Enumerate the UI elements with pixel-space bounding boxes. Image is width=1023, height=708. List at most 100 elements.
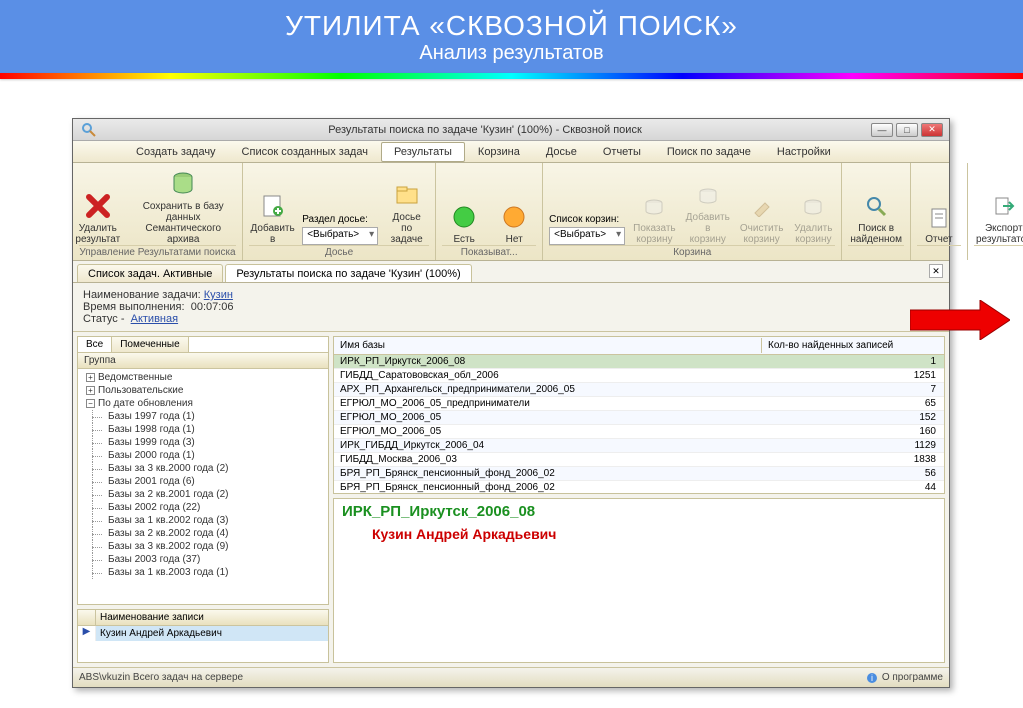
tree-leaf[interactable]: Базы 2000 года (1) xyxy=(80,449,326,462)
add-basket-button[interactable]: Добавить в корзину xyxy=(684,178,732,245)
menu-item[interactable]: Досье xyxy=(533,142,590,162)
basket-list-label: Список корзин: xyxy=(549,214,619,225)
export-results-button[interactable]: Экспорт результатов xyxy=(974,189,1023,245)
tree-leaf[interactable]: Базы 2002 года (22) xyxy=(80,501,326,514)
tree-leaf[interactable]: Базы за 1 кв.2003 года (1) xyxy=(80,566,326,579)
delete-basket-button[interactable]: Удалить корзину xyxy=(791,189,835,245)
slide-subtitle: Анализ результатов xyxy=(0,42,1023,65)
tree-leaf[interactable]: Базы за 2 кв.2001 года (2) xyxy=(80,488,326,501)
add-to-button[interactable]: Добавить в xyxy=(249,189,296,245)
menu-item[interactable]: Отчеты xyxy=(590,142,654,162)
tree-leaf[interactable]: Базы 2003 года (37) xyxy=(80,553,326,566)
delete-icon xyxy=(85,191,111,221)
db-row[interactable]: ГИБДД_Саратововская_обл_20061251 xyxy=(334,369,944,383)
status-left: ABS\vkuzin Всего задач на сервере xyxy=(79,672,243,683)
tab-all[interactable]: Все xyxy=(78,337,112,352)
doc-tab[interactable]: Список задач. Активные xyxy=(77,264,223,282)
maximize-button[interactable]: □ xyxy=(896,123,918,137)
tree-leaf[interactable]: Базы 1997 года (1) xyxy=(80,410,326,423)
preview-person-name: Кузин Андрей Аркадьевич xyxy=(342,526,936,542)
about-link[interactable]: О программе xyxy=(882,672,943,683)
db-row[interactable]: ЕГРЮЛ_МО_2006_05160 xyxy=(334,425,944,439)
db-row[interactable]: ИРК_ГИБДД_Иркутск_2006_041129 xyxy=(334,439,944,453)
db-rows: ИРК_РП_Иркутск_2006_081ГИБДД_Саратововск… xyxy=(334,355,944,494)
tree-node[interactable]: +Ведомственные xyxy=(80,371,326,384)
record-row-marker: ▶ xyxy=(78,626,96,641)
search-in-found-button[interactable]: Поиск в найденном xyxy=(848,189,904,245)
tree-leaf[interactable]: Базы 1999 года (3) xyxy=(80,436,326,449)
ribbon-group-dossier: Добавить в Раздел досье: <Выбрать> Досье… xyxy=(243,163,436,260)
window-controls: — □ ✕ xyxy=(871,123,943,137)
main-menu: Создать задачуСписок созданных задачРезу… xyxy=(73,141,949,163)
left-column: Все Помеченные Группа +Ведомственные+Пол… xyxy=(77,336,329,663)
db-row[interactable]: ГИБДД_Москва_2006_031838 xyxy=(334,453,944,467)
ribbon-group-report: Отчет xyxy=(911,163,968,260)
dossier-section-label: Раздел досье: xyxy=(302,214,368,225)
tree-leaf[interactable]: Базы 2001 года (6) xyxy=(80,475,326,488)
ribbon-group-label: Корзина xyxy=(549,245,835,258)
tree-leaf[interactable]: Базы за 1 кв.2002 года (3) xyxy=(80,514,326,527)
status-link[interactable]: Активная xyxy=(131,313,178,325)
exec-time-label: Время выполнения: xyxy=(83,301,185,313)
db-row[interactable]: БРЯ_РП_Брянск_пенсионный_фонд_2006_0256 xyxy=(334,467,944,481)
show-has-button[interactable]: Есть xyxy=(442,200,486,245)
db-row[interactable]: АРХ_РП_Архангельск_предприниматели_2006_… xyxy=(334,383,944,397)
show-none-button[interactable]: Нет xyxy=(492,200,536,245)
save-to-archive-button[interactable]: Сохранить в базу данных Семантического а… xyxy=(127,167,240,245)
tree-node[interactable]: +Пользовательские xyxy=(80,384,326,397)
info-icon: i xyxy=(866,672,878,684)
basket-select[interactable]: <Выбрать> xyxy=(549,227,625,245)
record-row[interactable]: ▶Кузин Андрей Аркадьевич xyxy=(78,626,328,641)
tree-node[interactable]: −По дате обновления xyxy=(80,397,326,410)
group-header: Группа xyxy=(78,353,328,369)
orange-light-icon xyxy=(502,202,526,232)
clear-basket-button[interactable]: Очистить корзину xyxy=(738,189,786,245)
tree-leaf[interactable]: Базы за 2 кв.2002 года (4) xyxy=(80,527,326,540)
basket-icon xyxy=(643,191,665,221)
svg-text:i: i xyxy=(871,673,873,683)
basket-add-icon xyxy=(697,180,719,210)
ribbon-group-label xyxy=(917,245,961,258)
record-name: Кузин Андрей Аркадьевич xyxy=(96,626,328,641)
ribbon-group-label: Досье xyxy=(249,245,429,258)
db-row[interactable]: ИРК_РП_Иркутск_2006_081 xyxy=(334,355,944,369)
db-icon xyxy=(170,169,196,199)
dossier-section-select[interactable]: <Выбрать> xyxy=(302,227,378,245)
preview-db-name: ИРК_РП_Иркутск_2006_08 xyxy=(342,503,936,520)
ribbon-group-basket: Список корзин: <Выбрать> Показать корзин… xyxy=(543,163,842,260)
menu-item[interactable]: Список созданных задач xyxy=(229,142,381,162)
db-row[interactable]: БРЯ_РП_Брянск_пенсионный_фонд_2006_0244 xyxy=(334,481,944,494)
menu-item[interactable]: Корзина xyxy=(465,142,533,162)
task-name-link[interactable]: Кузин xyxy=(204,289,233,301)
ribbon-group-results: Удалить результат Сохранить в базу данны… xyxy=(73,163,243,260)
task-info-panel: Наименование задачи: Кузин Время выполне… xyxy=(73,283,949,332)
report-icon xyxy=(928,202,950,232)
menu-item[interactable]: Результаты xyxy=(381,142,465,162)
ribbon: Удалить результат Сохранить в базу данны… xyxy=(73,163,949,261)
db-row[interactable]: ЕГРЮЛ_МО_2006_05_предприниматели65 xyxy=(334,397,944,411)
minimize-button[interactable]: — xyxy=(871,123,893,137)
ribbon-group-label: Управление Результатами поиска xyxy=(79,245,236,258)
db-col-name: Имя базы xyxy=(336,338,762,353)
doc-tab[interactable]: Результаты поиска по задаче 'Кузин' (100… xyxy=(225,264,471,282)
broom-icon xyxy=(751,191,773,221)
folder-icon xyxy=(394,180,420,210)
close-button[interactable]: ✕ xyxy=(921,123,943,137)
db-row[interactable]: ЕГРЮЛ_МО_2006_05152 xyxy=(334,411,944,425)
tree-leaf[interactable]: Базы за 3 кв.2002 года (9) xyxy=(80,540,326,553)
status-bar: ABS\vkuzin Всего задач на сервере i О пр… xyxy=(73,667,949,687)
menu-item[interactable]: Создать задачу xyxy=(123,142,229,162)
menu-item[interactable]: Настройки xyxy=(764,142,844,162)
report-button[interactable]: Отчет xyxy=(917,200,961,245)
ribbon-group-label xyxy=(974,245,1023,258)
delete-result-button[interactable]: Удалить результат xyxy=(75,189,120,245)
tree-leaf[interactable]: Базы 1998 года (1) xyxy=(80,423,326,436)
group-tree[interactable]: +Ведомственные+Пользовательские−По дате … xyxy=(78,369,328,604)
tree-leaf[interactable]: Базы за 3 кв.2000 года (2) xyxy=(80,462,326,475)
menu-item[interactable]: Поиск по задаче xyxy=(654,142,764,162)
tab-close-button[interactable]: ✕ xyxy=(929,264,943,278)
dossier-by-task-button[interactable]: Досье по задаче xyxy=(384,178,429,245)
tab-marked[interactable]: Помеченные xyxy=(112,337,188,352)
show-basket-button[interactable]: Показать корзину xyxy=(631,189,677,245)
slide-banner: УТИЛИТА «СКВОЗНОЙ ПОИСК» Анализ результа… xyxy=(0,0,1023,73)
